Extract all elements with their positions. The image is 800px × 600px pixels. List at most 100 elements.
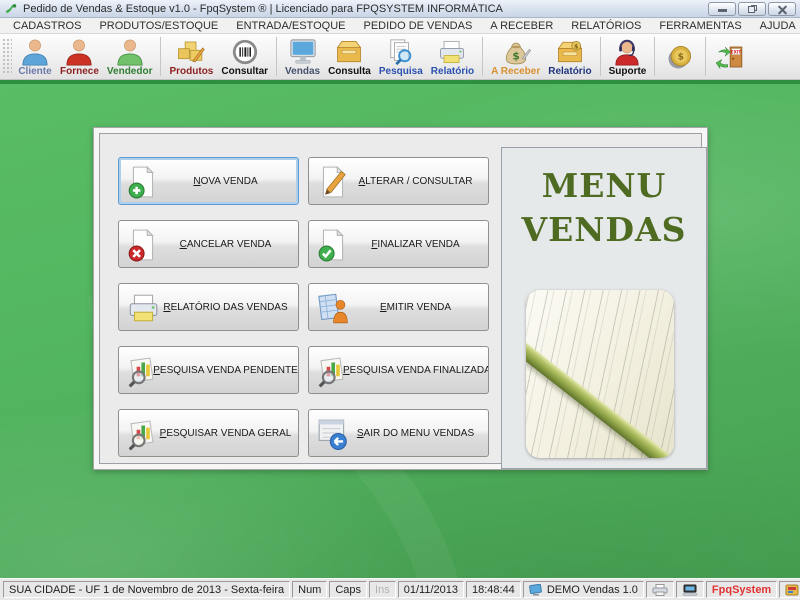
- menu-ajuda[interactable]: AJUDA: [751, 20, 800, 32]
- sair-do-menu-vendas-button[interactable]: SAIR DO MENU VENDAS: [308, 409, 489, 457]
- menu-ferramentas[interactable]: FERRAMENTAS: [650, 20, 750, 32]
- status-insert: Ins: [369, 581, 396, 598]
- menu-relatorios[interactable]: RELATÓRIOS: [562, 20, 650, 32]
- alterar-consultar-button[interactable]: ALTERAR / CONSULTAR: [308, 157, 489, 205]
- toolbar-cliente-button[interactable]: Cliente: [14, 34, 56, 79]
- toolbar-separator: [482, 37, 483, 76]
- nova-venda-button[interactable]: NOVA VENDA: [118, 157, 299, 205]
- menu-entrada-estoque[interactable]: ENTRADA/ESTOQUE: [227, 20, 354, 32]
- status-time: 18:48:44: [466, 581, 521, 598]
- toolbar-suporte-button[interactable]: Suporte: [605, 34, 651, 79]
- printer-icon: [437, 38, 467, 66]
- exit-door-icon: EXIT: [716, 43, 746, 71]
- toolbar-button-label: Vendas: [285, 66, 320, 77]
- computer-icon: [682, 584, 698, 596]
- toolbar-coin-button[interactable]: $: [659, 34, 701, 79]
- pesquisa-venda-finalizada-button[interactable]: PESQUISA VENDA FINALIZADA: [308, 346, 489, 394]
- search-chart-icon: [126, 417, 160, 451]
- toolbar-button-label: Consulta: [328, 66, 371, 77]
- status-num-lock: Num: [292, 581, 327, 598]
- toolbar-button-label: Produtos: [169, 66, 213, 77]
- toolbar: Cliente Fornece Vendedor Produt: [0, 34, 800, 80]
- toolbar-button-label: Relatório: [548, 66, 591, 77]
- client-person-icon: [20, 38, 50, 66]
- pesquisa-venda-pendente-button[interactable]: PESQUISA VENDA PENDENTE: [118, 346, 299, 394]
- demo-app-icon: [529, 584, 543, 596]
- printer-icon: [126, 291, 160, 325]
- relatorio-das-vendas-button[interactable]: RELATÓRIO DAS VENDAS: [118, 283, 299, 331]
- edit-document-icon: [316, 165, 350, 199]
- menu-bar: CADASTROS PRODUTOS/ESTOQUE ENTRADA/ESTOQ…: [0, 18, 800, 34]
- toolbar-consulta-button[interactable]: Consulta: [324, 34, 375, 79]
- exit-window-back-icon: [316, 417, 350, 451]
- cancelar-venda-button[interactable]: CANCELAR VENDA: [118, 220, 299, 268]
- toolbar-button-label: Cliente: [18, 66, 51, 77]
- printer-icon: [652, 584, 668, 596]
- toolbar-fornecedor-button[interactable]: Fornece: [56, 34, 103, 79]
- barcode-search-icon: [230, 38, 260, 66]
- toolbar-pesquisa-button[interactable]: Pesquisa: [375, 34, 427, 79]
- status-date: 01/11/2013: [398, 581, 464, 598]
- toolbar-vendas-button[interactable]: Vendas: [281, 34, 324, 79]
- status-computer-button[interactable]: [676, 581, 704, 598]
- title-bar: Pedido de Vendas & Estoque v1.0 - FpqSys…: [0, 0, 800, 18]
- pesquisar-venda-geral-button[interactable]: PESQUISAR VENDA GERAL: [118, 409, 299, 457]
- new-document-icon: [126, 165, 160, 199]
- close-button[interactable]: [768, 2, 796, 16]
- svg-text:$: $: [512, 51, 519, 63]
- documents-search-icon: [386, 38, 416, 66]
- status-printer-button[interactable]: [646, 581, 674, 598]
- app-window: Pedido de Vendas & Estoque v1.0 - FpqSys…: [0, 0, 800, 600]
- menu-vendas-side-panel: MENU VENDAS: [501, 147, 707, 469]
- toolbar-separator: [705, 37, 706, 76]
- menu-pedido-de-vendas[interactable]: PEDIDO DE VENDAS: [354, 20, 481, 32]
- pen-invoice-photo: [526, 290, 674, 458]
- support-headset-icon: [612, 38, 642, 66]
- toolbar-button-label: A Receber: [491, 66, 540, 77]
- toolbar-consultar-button[interactable]: Consultar: [217, 34, 272, 79]
- toolbar-a-receber-button[interactable]: $ A Receber: [487, 34, 544, 79]
- toolbar-button-label: Pesquisa: [379, 66, 423, 77]
- toolbar-vendedor-button[interactable]: Vendedor: [103, 34, 157, 79]
- app-logo-icon: [4, 2, 18, 15]
- menu-cadastros[interactable]: CADASTROS: [4, 20, 90, 32]
- product-boxes-icon: [176, 38, 206, 66]
- emitir-venda-button[interactable]: EMITIR VENDA: [308, 283, 489, 331]
- restore-button[interactable]: [738, 2, 766, 16]
- status-demo-version: DEMO Vendas 1.0: [523, 581, 644, 598]
- cancel-document-icon: [126, 228, 160, 262]
- toolbar-exit-button[interactable]: EXIT: [710, 34, 752, 79]
- toolbar-button-label: Relatório: [431, 66, 474, 77]
- file-drawer-icon: [334, 38, 364, 66]
- finalizar-venda-button[interactable]: FINALIZAR VENDA: [308, 220, 489, 268]
- toolbar-button-label: Fornece: [60, 66, 99, 77]
- search-chart-icon: [126, 354, 160, 388]
- toolbar-separator: [600, 37, 601, 76]
- menu-vendas-heading: MENU VENDAS: [502, 164, 706, 252]
- status-caps-lock: Caps: [329, 581, 367, 598]
- menu-produtos-estoque[interactable]: PRODUTOS/ESTOQUE: [90, 20, 227, 32]
- toolbar-separator: [654, 37, 655, 76]
- toolbar-produtos-button[interactable]: Produtos: [165, 34, 217, 79]
- toolbar-relatorio-vendas-button[interactable]: Relatório: [427, 34, 478, 79]
- supplier-person-icon: [64, 38, 94, 66]
- money-bag-icon: $: [501, 38, 531, 66]
- toolbar-separator: [276, 37, 277, 76]
- sales-menu-panel-inner: NOVA VENDA ALTERAR / CONSULTAR CANCELAR …: [99, 133, 702, 464]
- minimize-button[interactable]: [708, 2, 736, 16]
- main-area: NOVA VENDA ALTERAR / CONSULTAR CANCELAR …: [0, 84, 800, 578]
- status-app-button[interactable]: [779, 581, 800, 598]
- check-document-icon: [316, 228, 350, 262]
- menu-a-receber[interactable]: A RECEBER: [481, 20, 562, 32]
- window-title: Pedido de Vendas & Estoque v1.0 - FpqSys…: [23, 3, 708, 15]
- toolbar-relatorio-receber-button[interactable]: $ Relatório: [544, 34, 595, 79]
- monitor-icon: [288, 38, 318, 66]
- toolbar-grip: [2, 38, 12, 75]
- svg-text:$: $: [678, 52, 684, 62]
- seller-person-icon: [115, 38, 145, 66]
- sales-menu-panel: NOVA VENDA ALTERAR / CONSULTAR CANCELAR …: [93, 127, 708, 470]
- sheet-person-icon: [316, 291, 350, 325]
- coin-icon: $: [665, 43, 695, 71]
- box-with-coins-icon: $: [555, 38, 585, 66]
- svg-text:EXIT: EXIT: [731, 49, 742, 54]
